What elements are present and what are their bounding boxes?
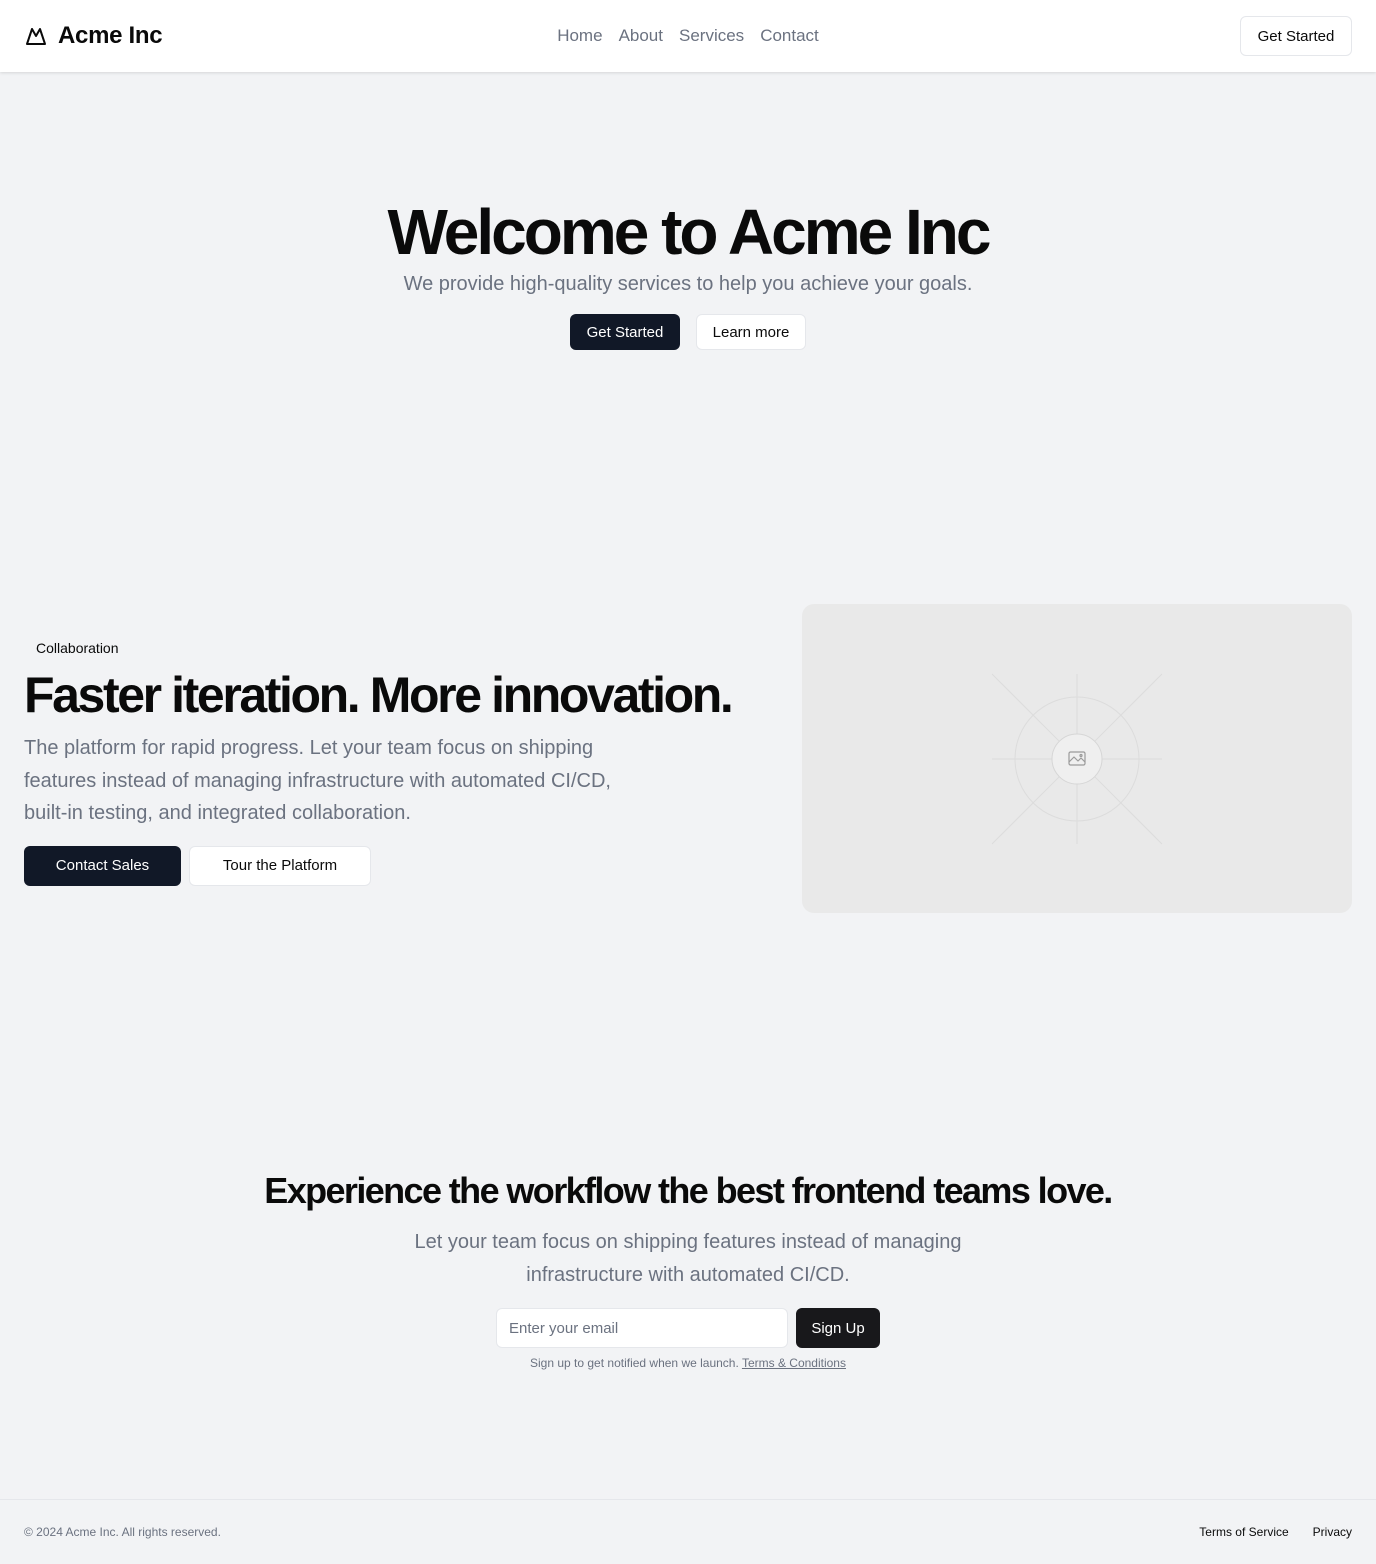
learn-more-button[interactable]: Learn more	[696, 314, 806, 350]
feature-image-placeholder	[802, 604, 1352, 913]
nav-home[interactable]: Home	[557, 26, 602, 46]
brand-link[interactable]: Acme Inc	[24, 22, 163, 50]
signup-note: Sign up to get notified when we launch. …	[0, 1356, 1376, 1370]
signup-form: Sign Up	[0, 1308, 1376, 1348]
feature-buttons: Contact Sales Tour the Platform	[24, 845, 764, 886]
collaboration-badge: Collaboration	[36, 640, 119, 656]
tour-platform-button[interactable]: Tour the Platform	[189, 845, 371, 886]
feature-title: Faster iteration. More innovation.	[24, 667, 734, 723]
nav-services[interactable]: Services	[679, 26, 744, 46]
mountain-icon	[24, 24, 48, 48]
terms-conditions-link[interactable]: Terms & Conditions	[742, 1356, 846, 1370]
nav-about[interactable]: About	[619, 26, 663, 46]
copyright-text: © 2024 Acme Inc. All rights reserved.	[24, 1525, 221, 1539]
signup-title: Experience the workflow the best fronten…	[264, 1170, 1113, 1211]
nav-contact[interactable]: Contact	[760, 26, 819, 46]
site-footer: © 2024 Acme Inc. All rights reserved. Te…	[0, 1499, 1376, 1564]
hero-section: Welcome to Acme Inc We provide high-qual…	[0, 196, 1376, 350]
header-get-started-button[interactable]: Get Started	[1240, 16, 1352, 56]
feature-description: The platform for rapid progress. Let you…	[24, 737, 611, 824]
signup-section: Experience the workflow the best fronten…	[0, 1168, 1376, 1370]
signup-note-text: Sign up to get notified when we launch.	[530, 1356, 739, 1370]
image-placeholder-icon	[991, 673, 1163, 845]
email-input[interactable]	[496, 1308, 788, 1348]
feature-section: Collaboration Faster iteration. More inn…	[24, 636, 764, 886]
site-header: Acme Inc Home About Services Contact Get…	[0, 0, 1376, 72]
main-nav: Home About Services Contact	[0, 0, 1376, 72]
hero-buttons: Get Started Learn more	[0, 314, 1376, 350]
contact-sales-button[interactable]: Contact Sales	[24, 845, 181, 886]
signup-subtitle: Let your team focus on shipping features…	[414, 1231, 962, 1286]
terms-of-service-link[interactable]: Terms of Service	[1199, 1525, 1288, 1539]
hero-subtitle: We provide high-quality services to help…	[403, 273, 973, 295]
footer-links: Terms of Service Privacy	[1199, 1525, 1352, 1539]
hero-get-started-button[interactable]: Get Started	[570, 314, 680, 350]
sign-up-button[interactable]: Sign Up	[796, 1308, 880, 1348]
privacy-link[interactable]: Privacy	[1313, 1525, 1352, 1539]
hero-title: Welcome to Acme Inc	[387, 196, 992, 268]
brand-name: Acme Inc	[58, 22, 163, 49]
